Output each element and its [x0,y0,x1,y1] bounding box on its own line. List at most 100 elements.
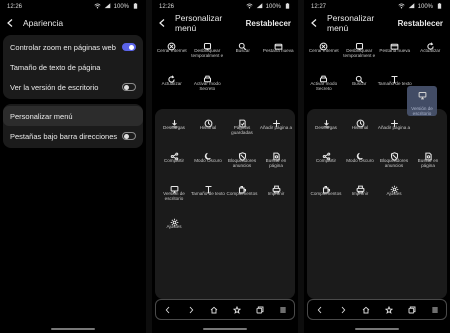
text-size-icon [204,181,213,194]
menu-item-label: Buscar [352,81,367,86]
home-icon[interactable] [210,301,218,319]
menu-item[interactable]: Bloqueadores anuncios [377,142,411,175]
back-arrow-icon[interactable] [311,17,321,29]
setting-label: Controlar zoom en páginas web [10,42,116,52]
dragging-item[interactable]: Versión de escritorio [407,86,437,116]
menu-item-label: Complementos [226,191,258,196]
tabs-icon[interactable] [256,301,264,319]
menu-item[interactable]: Añadir página a [259,109,293,142]
setting-text-size[interactable]: Tamaño de texto de página [3,57,143,77]
menu-item[interactable]: Descargas [309,109,343,142]
menu-icon[interactable] [431,301,439,319]
header: Apariencia [0,14,146,32]
menu-item[interactable]: Cerrar Internet [154,32,190,65]
menu-item[interactable]: Modo Oscuro [191,142,225,175]
screen-appearance: 12:26 100% Apariencia Controlar zoom en … [0,0,146,333]
menu-item[interactable]: Descargas [157,109,191,142]
battery-level: 100% [417,4,433,10]
bookmark-star-icon[interactable] [384,301,393,319]
menu-item[interactable]: Páginas guardadas [225,109,259,142]
plus-icon [390,115,399,127]
tabs-below-toggle[interactable] [122,132,136,140]
menu-item-label: Imprimir [351,191,369,196]
back-arrow-icon[interactable] [7,17,17,29]
download-icon [170,115,179,128]
menu-item[interactable]: Complementos [309,175,343,208]
menu-item-label: Activar modo Secreto [193,81,221,91]
bookmark-star-icon[interactable] [232,301,241,319]
menu-item[interactable]: Buscar en página [411,142,445,175]
menu-item[interactable]: Ajustes [377,175,411,208]
wifi-icon [398,3,405,11]
menu-item[interactable]: Tamaño de texto [191,175,225,208]
menu-item[interactable]: Pestaña nueva [261,32,297,65]
home-icon[interactable] [362,301,370,319]
menu-item[interactable]: Imprimir [343,175,377,208]
moon-icon [356,148,365,160]
gear-icon [170,214,179,227]
status-bar: 12:27 100% [304,0,450,14]
menu-item-label: Pestaña nueva [379,48,411,53]
menu-item[interactable]: Desbloquear temporalment e [190,32,226,65]
reset-button[interactable]: Restablecer [398,19,443,28]
menu-item[interactable]: Cerrar Internet [306,32,342,65]
status-bar: 12:26 100% [0,0,146,14]
close-circle-icon [167,38,176,51]
menu-item[interactable]: Compartir [309,142,343,175]
shield-block-icon [390,148,399,161]
setting-zoom-control[interactable]: Controlar zoom en páginas web [3,37,143,57]
setting-label: Pestañas bajo barra direcciones [10,131,118,141]
menu-item[interactable]: Compartir [157,142,191,175]
menu-item[interactable]: Modo Oscuro [343,142,377,175]
menu-item[interactable]: Ajustes [157,208,191,241]
reset-button[interactable]: Restablecer [246,19,291,28]
menu-item[interactable]: Versión de escritorio [157,175,191,208]
back-icon[interactable] [316,301,324,319]
menu-item-label: Páginas guardadas [231,125,253,135]
zoom-toggle[interactable] [122,43,136,51]
forward-icon[interactable] [339,301,347,319]
battery-icon [284,3,291,11]
print-icon [272,181,281,194]
menu-item[interactable]: Actualizar [154,65,190,98]
menu-item[interactable]: Actualizar [413,32,449,65]
menu-item[interactable]: Activar modo Secreto [306,65,342,98]
menu-item[interactable]: Buscar [342,65,378,98]
status-time: 12:26 [159,4,175,10]
share-icon [322,148,331,161]
menu-item[interactable]: Historial [343,109,377,142]
menu-item-label: Añadir página a [259,125,293,130]
menu-item[interactable]: Pestaña nueva [377,32,413,65]
back-icon[interactable] [164,301,172,319]
menu-available-panel: Descargas Historial Añadir página a Compart… [307,109,447,299]
menu-item[interactable]: Añadir página a [377,109,411,142]
setting-desktop-version[interactable]: Ver la versión de escritorio [3,77,143,97]
desktop-version-toggle[interactable] [122,83,136,91]
menu-item-label: Compartir [163,158,185,163]
menu-item-label: Historial [199,125,217,130]
menu-item-label: Complementos [310,191,342,196]
setting-label: Tamaño de texto de página [10,62,101,72]
home-handle [203,328,247,330]
menu-icon[interactable] [279,301,287,319]
menu-item[interactable]: Desbloquear temporalment e [342,32,378,65]
setting-tabs-below-address[interactable]: Pestañas bajo barra direcciones [3,126,143,146]
menu-item[interactable]: Imprimir [259,175,293,208]
menu-item[interactable]: Buscar [225,32,261,65]
menu-item[interactable]: Historial [191,109,225,142]
back-arrow-icon[interactable] [159,17,169,29]
tabs-icon[interactable] [408,301,416,319]
menu-item[interactable]: Bloqueadores anuncios [225,142,259,175]
new-tab-icon [274,38,283,50]
menu-item-label: Ajustes [386,191,402,196]
forward-icon[interactable] [187,301,195,319]
status-bar: 12:26 100% [152,0,298,14]
menu-item[interactable]: Buscar en página [259,142,293,175]
menu-item-label: Cerrar Internet [308,48,339,53]
menu-item-label: Actualizar [420,48,441,53]
settings-group-2: Personalizar menú Pestañas bajo barra di… [3,104,143,148]
menu-item[interactable]: Activar modo Secreto [190,65,226,98]
print-icon [356,181,365,194]
setting-customize-menu[interactable]: Personalizar menú [3,106,143,126]
menu-item[interactable]: Complementos [225,175,259,208]
